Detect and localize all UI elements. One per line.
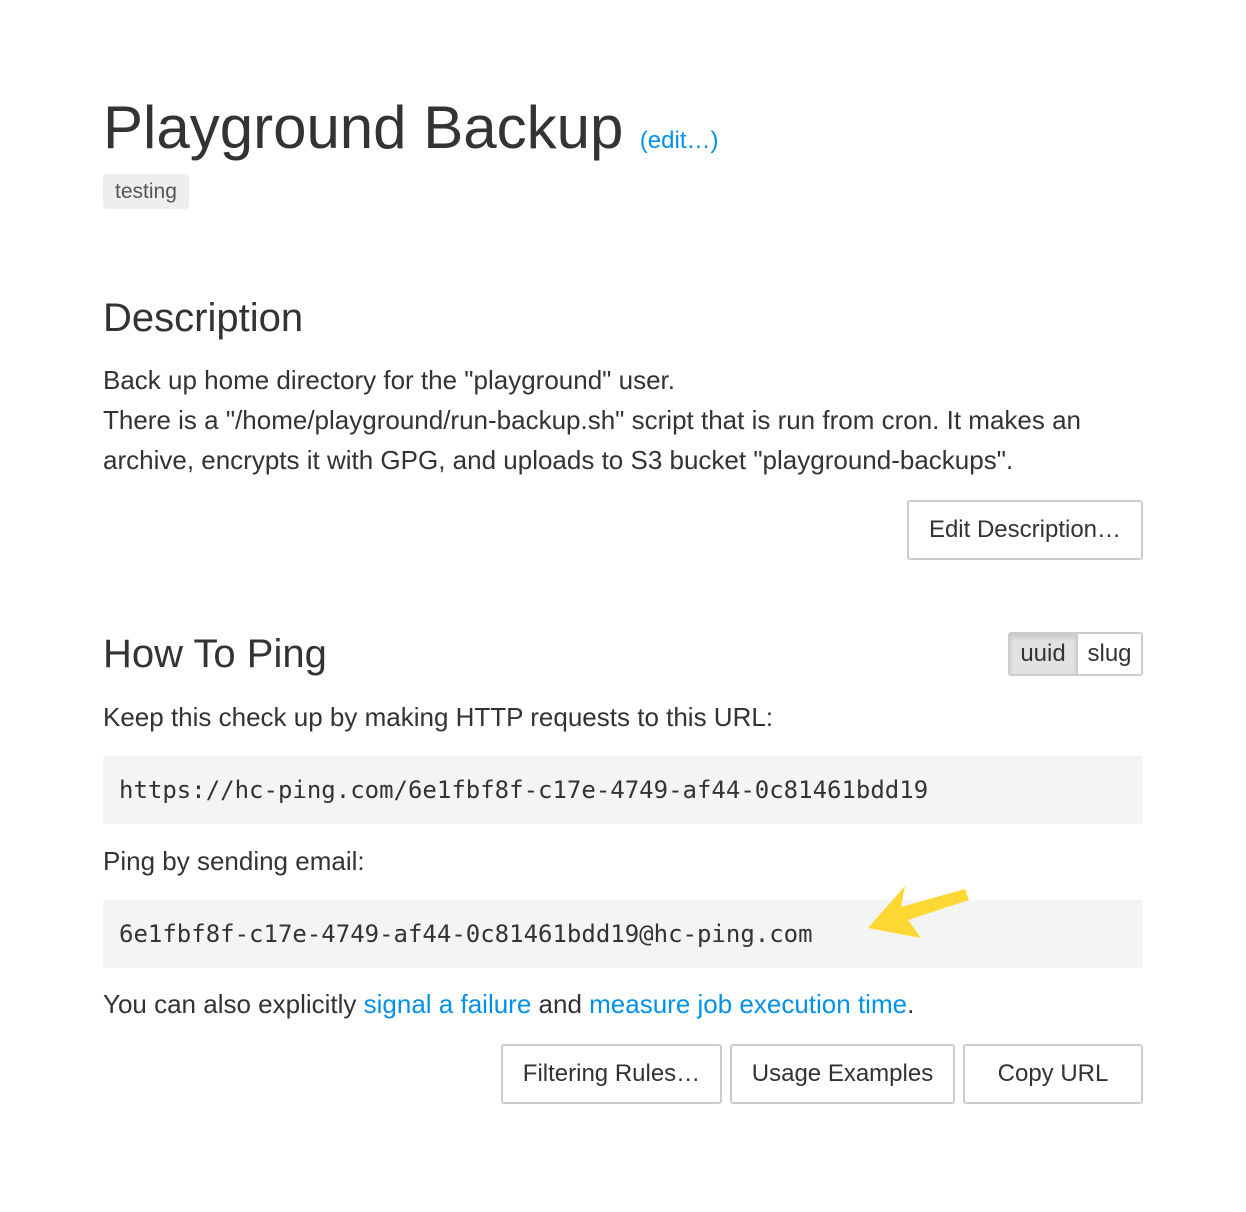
email-label: Ping by sending email: [103, 846, 365, 876]
filtering-rules-button[interactable]: Filtering Rules… [501, 1044, 722, 1104]
usage-examples-button[interactable]: Usage Examples [730, 1044, 955, 1104]
toggle-slug[interactable]: slug [1078, 634, 1141, 674]
toggle-uuid[interactable]: uuid [1010, 634, 1078, 674]
measure-time-link[interactable]: measure job execution time [589, 989, 907, 1019]
url-label: Keep this check up by making HTTP reques… [103, 702, 774, 732]
signal-failure-link[interactable]: signal a failure [364, 989, 532, 1019]
copy-url-button[interactable]: Copy URL [963, 1044, 1143, 1104]
page-title: Playground Backup [103, 94, 624, 161]
ping-email[interactable]: 6e1fbf8f-c17e-4749-af44-0c81461bdd19@hc-… [103, 900, 1143, 968]
description-line: Back up home directory for the "playgrou… [103, 365, 675, 395]
edit-description-button[interactable]: Edit Description… [907, 500, 1143, 560]
ping-email-text: 6e1fbf8f-c17e-4749-af44-0c81461bdd19@hc-… [119, 920, 813, 948]
also-and: and [531, 989, 590, 1019]
tag-badge: testing [103, 174, 189, 209]
description-line: There is a "/home/playground/run-backup.… [103, 405, 1082, 475]
ping-url[interactable]: https://hc-ping.com/6e1fbf8f-c17e-4749-a… [103, 756, 1143, 824]
also-prefix: You can also explicitly [103, 989, 364, 1019]
description-heading: Description [103, 296, 304, 340]
edit-name-link[interactable]: (edit…) [640, 127, 719, 154]
yellow-arrow-icon [868, 886, 969, 938]
uuid-slug-toggle: uuid slug [1008, 632, 1143, 676]
also-text: You can also explicitly signal a failure… [103, 986, 914, 1022]
description-text: Back up home directory for the "playgrou… [103, 360, 1143, 480]
title-row: Playground Backup (edit…) [103, 92, 718, 164]
how-to-ping-heading: How To Ping [103, 632, 327, 676]
also-suffix: . [907, 989, 915, 1019]
arrow-shape [868, 886, 969, 938]
ping-url-text: https://hc-ping.com/6e1fbf8f-c17e-4749-a… [119, 776, 929, 804]
